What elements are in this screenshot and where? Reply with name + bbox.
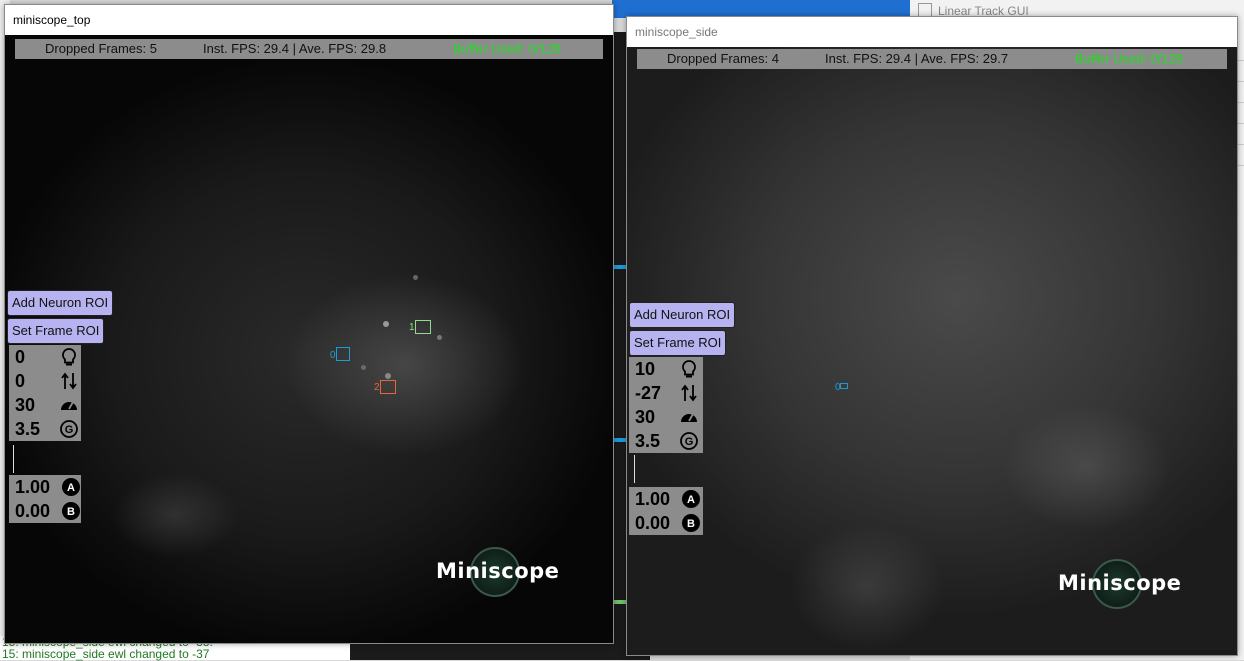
tracker-b-icon: B — [62, 502, 80, 520]
slider-cursor[interactable] — [634, 455, 635, 483]
led-value: 10 — [635, 359, 656, 379]
window-title: miniscope_side — [627, 17, 1237, 47]
gain-control[interactable]: 3.5 G — [9, 417, 81, 441]
speedometer-icon — [681, 413, 697, 422]
led-control[interactable]: 0 — [9, 345, 81, 369]
led-value: 0 — [15, 347, 26, 367]
dropped-frames: Dropped Frames: 5 — [45, 41, 157, 56]
neuron-roi[interactable] — [840, 383, 848, 389]
status-bar: Dropped Frames: 4 Inst. FPS: 29.4 | Ave.… — [637, 49, 1227, 69]
buffer-used: Buffer Used: 0/128 — [1075, 51, 1184, 66]
app-icon — [918, 3, 932, 17]
tracker-panel: 1.00 A 0.00 B — [9, 475, 81, 523]
log-line: 15: miniscope_side ewl changed to -37 — [2, 647, 210, 661]
fps-control[interactable]: 30 — [9, 393, 81, 417]
neuron-roi[interactable] — [415, 320, 431, 334]
neuron-roi[interactable] — [336, 347, 350, 361]
window-title: miniscope_top — [5, 5, 613, 35]
fps-value: 30 — [15, 395, 36, 415]
miniscope-top-window[interactable]: miniscope_top Dropped Frames: 5 Inst. FP… — [4, 4, 614, 644]
svg-text:A: A — [67, 482, 75, 494]
gain-g-icon: G — [680, 432, 698, 450]
buffer-used: Buffer Used: 0/128 — [453, 41, 562, 56]
set-frame-roi-button[interactable]: Set Frame ROI — [7, 318, 105, 344]
svg-text:B: B — [687, 518, 695, 530]
gain-value: 3.5 — [635, 431, 661, 451]
miniscope-side-window[interactable]: miniscope_side Dropped Frames: 4 Inst. F… — [626, 16, 1238, 656]
svg-text:G: G — [685, 436, 694, 448]
tracker-b[interactable]: 0.00 B — [629, 511, 701, 535]
tracker-b[interactable]: 0.00 B — [9, 499, 81, 523]
miniscope-logo: Miniscope — [436, 559, 560, 583]
control-panel: 0 0 30 3.5 G — [9, 345, 81, 441]
dropped-frames: Dropped Frames: 4 — [667, 51, 779, 66]
gain-control[interactable]: 3.5 G — [629, 429, 701, 453]
tracker-a-icon: A — [682, 490, 700, 508]
tracker-panel: 1.00 A 0.00 B — [629, 487, 703, 535]
fps-value: 30 — [635, 407, 656, 427]
ewl-value: -27 — [635, 383, 662, 403]
add-neuron-roi-button[interactable]: Add Neuron ROI — [629, 302, 736, 328]
tracker-b-value: 0.00 — [635, 513, 671, 533]
tracker-a-icon: A — [62, 478, 80, 496]
gain-g-icon: G — [60, 420, 78, 438]
status-bar: Dropped Frames: 5 Inst. FPS: 29.4 | Ave.… — [15, 39, 603, 59]
svg-text:B: B — [67, 506, 75, 518]
control-panel: 10 -27 30 3.5 G — [629, 357, 703, 453]
gain-value: 3.5 — [15, 419, 41, 439]
tracker-a[interactable]: 1.00 A — [629, 487, 701, 511]
roi-label: 0 — [330, 350, 336, 361]
led-control[interactable]: 10 — [629, 357, 701, 381]
add-neuron-roi-button[interactable]: Add Neuron ROI — [7, 290, 114, 316]
updown-arrows-icon — [61, 372, 77, 390]
lightbulb-icon — [62, 348, 76, 366]
ewl-value: 0 — [15, 371, 26, 391]
tracker-a-value: 1.00 — [15, 477, 51, 497]
svg-text:A: A — [687, 494, 695, 506]
slider-cursor[interactable] — [13, 445, 14, 473]
miniscope-logo: Miniscope — [1058, 571, 1182, 595]
neuron-roi[interactable] — [380, 380, 396, 394]
updown-arrows-icon — [681, 384, 697, 402]
tracker-b-icon: B — [682, 514, 700, 532]
fps-readout: Inst. FPS: 29.4 | Ave. FPS: 29.8 — [203, 41, 387, 56]
tracker-a[interactable]: 1.00 A — [9, 475, 81, 499]
speedometer-icon — [61, 401, 77, 410]
tracker-b-value: 0.00 — [15, 501, 51, 521]
set-frame-roi-button[interactable]: Set Frame ROI — [629, 330, 727, 356]
lightbulb-icon — [682, 360, 696, 378]
svg-text:G: G — [65, 424, 74, 436]
fps-control[interactable]: 30 — [629, 405, 701, 429]
roi-label: 1 — [409, 322, 415, 333]
fps-readout: Inst. FPS: 29.4 | Ave. FPS: 29.7 — [825, 51, 1009, 66]
roi-label: 2 — [374, 382, 380, 393]
tracker-a-value: 1.00 — [635, 489, 671, 509]
ewl-control[interactable]: 0 — [9, 369, 81, 393]
ewl-control[interactable]: -27 — [629, 381, 701, 405]
